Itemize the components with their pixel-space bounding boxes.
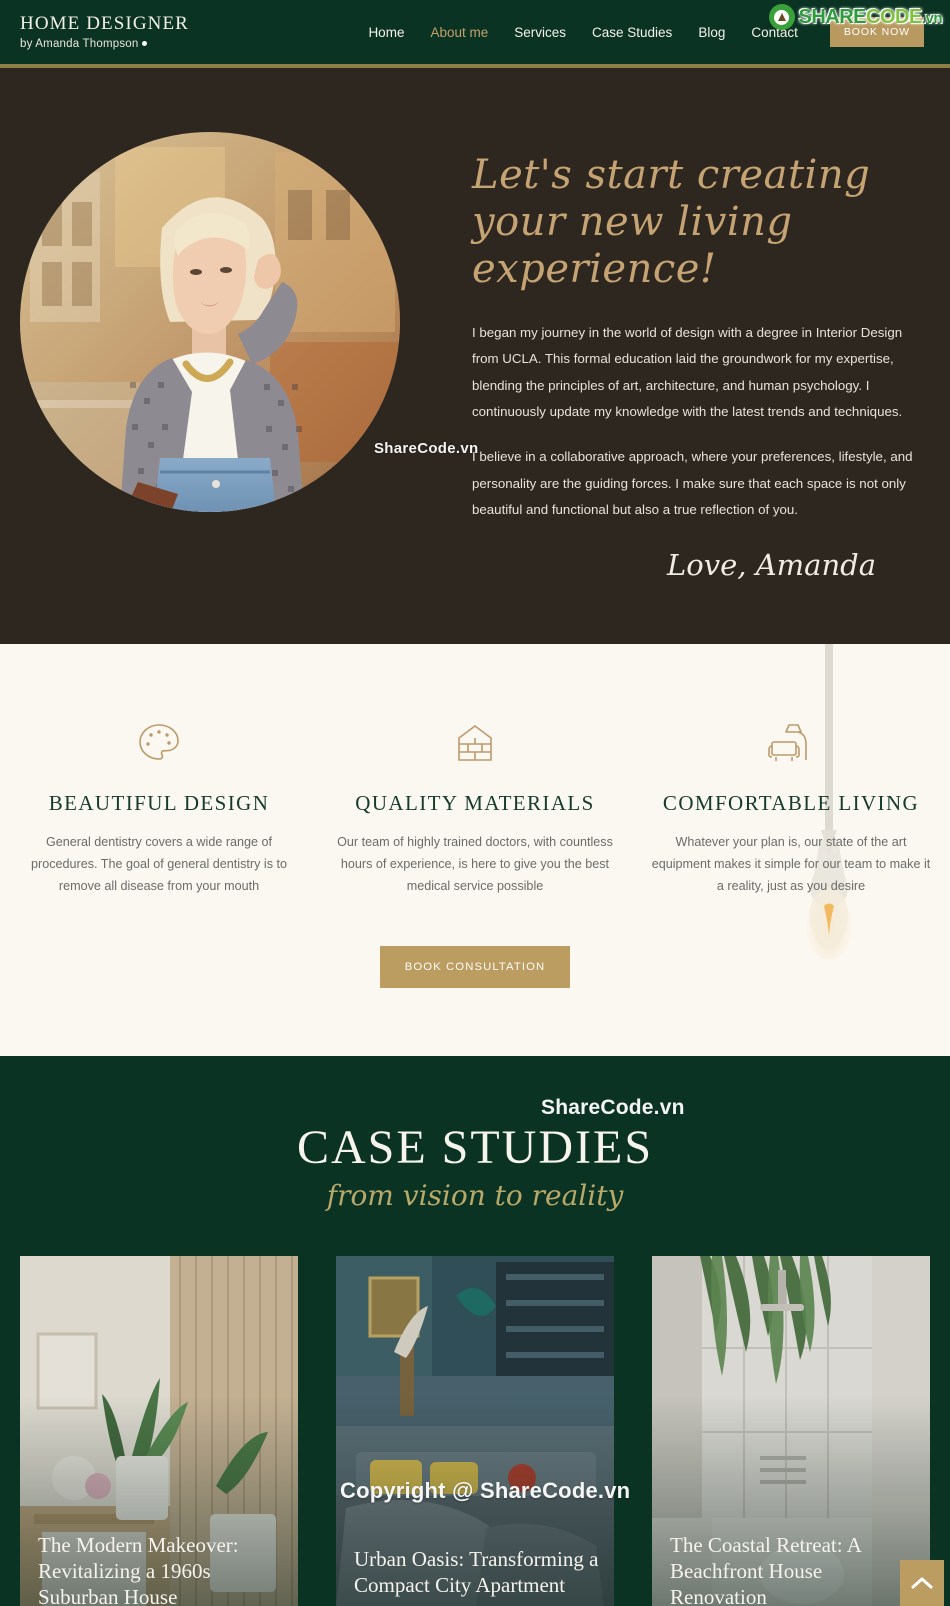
- designer-portrait-image: [20, 132, 400, 512]
- chevron-up-icon: [911, 1577, 933, 1589]
- feature-title: BEAUTIFUL DESIGN: [48, 790, 270, 815]
- hero-signature: Love, Amanda: [667, 547, 876, 582]
- case-study-card[interactable]: Urban Oasis: Transforming a Compact City…: [336, 1255, 614, 1606]
- feature-description: General dentistry covers a wide range of…: [31, 834, 287, 894]
- case-card-title: The Modern Makeover: Revitalizing a 1960…: [38, 1532, 239, 1606]
- site-header: HOME DESIGNER by Amanda Thompson Home Ab…: [0, 0, 950, 68]
- brand-logo[interactable]: HOME DESIGNER by Amanda Thompson: [20, 12, 189, 51]
- brand-title: HOME DESIGNER: [20, 12, 189, 34]
- hero-headline: Let's start creating your new living exp…: [472, 152, 871, 293]
- case-studies-heading: CASE STUDIES: [296, 1120, 654, 1174]
- hero-about-section: Let's start creating your new living exp…: [0, 68, 950, 644]
- feature-title: COMFORTABLE LIVING: [662, 790, 920, 815]
- nav-item-services[interactable]: Services: [514, 25, 566, 40]
- nav-item-contact[interactable]: Contact: [751, 25, 798, 40]
- hero-paragraph-1: I began my journey in the world of desig…: [472, 324, 903, 420]
- nav-item-home[interactable]: Home: [368, 25, 404, 40]
- hero-paragraph-2: I believe in a collaborative approach, w…: [472, 448, 913, 518]
- brand-subtitle: by Amanda Thompson: [20, 38, 189, 51]
- nav-item-about-me[interactable]: About me: [430, 25, 488, 40]
- case-study-card[interactable]: The Coastal Retreat: A Beachfront House …: [652, 1255, 930, 1606]
- feature-card-comfortable-living: COMFORTABLE LIVING Whatever your plan is…: [633, 722, 949, 898]
- feature-row: BEAUTIFUL DESIGN General dentistry cover…: [0, 722, 950, 898]
- case-study-card[interactable]: The Modern Makeover: Revitalizing a 1960…: [20, 1255, 298, 1606]
- case-card-title: The Coastal Retreat: A Beachfront House …: [670, 1532, 861, 1606]
- consultation-cta-wrap: BOOK CONSULTATION: [0, 945, 950, 988]
- brick-house-icon: [333, 722, 617, 764]
- main-navigation: Home About me Services Case Studies Blog…: [368, 17, 932, 47]
- feature-card-quality-materials: QUALITY MATERIALS Our team of highly tra…: [317, 722, 633, 898]
- feature-title: QUALITY MATERIALS: [355, 790, 595, 815]
- book-consultation-button[interactable]: BOOK CONSULTATION: [379, 945, 571, 988]
- armchair-lamp-icon: [649, 722, 933, 764]
- nav-item-case-studies[interactable]: Case Studies: [592, 25, 672, 40]
- hero-copy: Let's start creating your new living exp…: [472, 128, 932, 582]
- feature-description: Our team of highly trained doctors, with…: [337, 834, 613, 894]
- page-root: HOME DESIGNER by Amanda Thompson Home Ab…: [0, 0, 950, 1606]
- features-section: BEAUTIFUL DESIGN General dentistry cover…: [0, 643, 950, 1056]
- case-studies-section: CASE STUDIES from vision to reality The …: [0, 1055, 950, 1606]
- nav-item-blog[interactable]: Blog: [698, 25, 725, 40]
- book-now-button[interactable]: BOOK NOW: [829, 17, 924, 47]
- feature-card-beautiful-design: BEAUTIFUL DESIGN General dentistry cover…: [1, 722, 317, 898]
- case-studies-grid: The Modern Makeover: Revitalizing a 1960…: [16, 1255, 934, 1606]
- palette-icon: [17, 722, 301, 764]
- scroll-to-top-button[interactable]: [900, 1559, 944, 1606]
- case-card-title: Urban Oasis: Transforming a Compact City…: [354, 1546, 599, 1597]
- brand-subtitle-text: by Amanda Thompson: [20, 37, 139, 50]
- portrait-artwork: [20, 132, 400, 512]
- case-studies-subheading: from vision to reality: [326, 1178, 624, 1212]
- feature-description: Whatever your plan is, our state of the …: [651, 834, 931, 894]
- brand-dot-icon: [142, 41, 148, 47]
